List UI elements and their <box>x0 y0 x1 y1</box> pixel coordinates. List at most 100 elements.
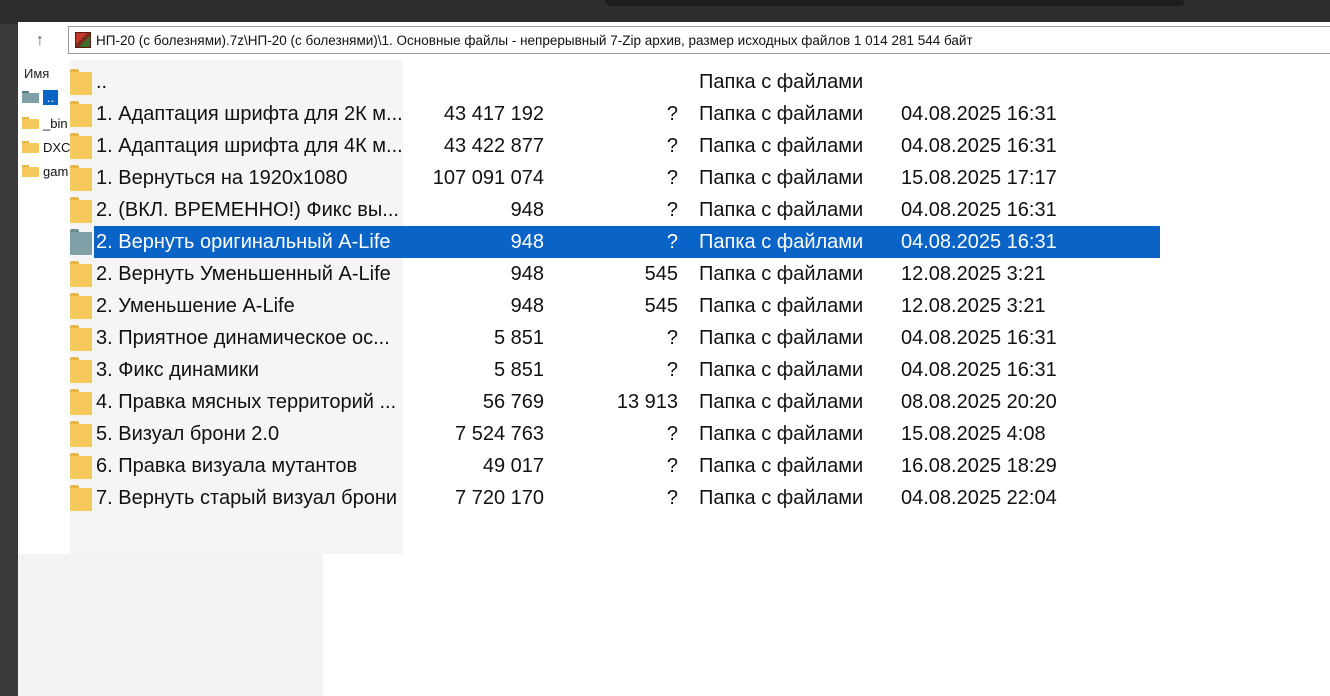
file-name: 1. Вернуться на 1920x1080 <box>96 167 348 189</box>
folder-icon <box>70 133 92 159</box>
folder-icon <box>70 69 92 95</box>
address-bar[interactable]: НП-20 (с болезнями).7z\НП-20 (с болезням… <box>68 26 1330 54</box>
tree-item-bin[interactable]: _bin <box>22 114 68 132</box>
file-row[interactable]: 3. Фикс динамики 5 851 ? Папка с файлами… <box>70 354 1160 386</box>
file-modified: 08.08.2025 20:20 <box>901 391 1057 413</box>
folder-icon <box>70 325 92 351</box>
file-manager-window: ↑ НП-20 (с болезнями).7z\НП-20 (с болезн… <box>18 22 1330 696</box>
folder-icon <box>70 197 92 223</box>
file-type: Папка с файлами <box>699 295 864 317</box>
file-name: 2. Вернуть Уменьшенный A-Life <box>96 263 391 285</box>
file-name: 5. Визуал брони 2.0 <box>96 423 280 445</box>
file-modified: 04.08.2025 16:31 <box>901 327 1057 349</box>
file-modified: 04.08.2025 16:31 <box>901 135 1057 157</box>
file-modified: 16.08.2025 18:29 <box>901 455 1057 477</box>
file-modified: 04.08.2025 16:31 <box>901 231 1057 253</box>
file-size: 43 422 877 <box>443 135 544 157</box>
file-row[interactable]: 2. Вернуть Уменьшенный A-Life 948 545 Па… <box>70 258 1160 290</box>
folder-icon <box>22 165 39 177</box>
folder-icon <box>22 91 39 103</box>
file-row[interactable]: 2. Уменьшение A-Life 948 545 Папка с фай… <box>70 290 1160 322</box>
file-packed-size: 545 <box>644 263 678 285</box>
file-modified: 04.08.2025 22:04 <box>901 487 1057 509</box>
file-modified: 12.08.2025 3:21 <box>901 295 1046 317</box>
file-row[interactable]: 2. Вернуть оригинальный A-Life 948 ? Пап… <box>70 226 1160 258</box>
file-type: Папка с файлами <box>699 103 864 125</box>
file-row[interactable]: 7. Вернуть старый визуал брони 7 720 170… <box>70 482 1160 514</box>
file-name: 3. Фикс динамики <box>96 359 259 381</box>
file-row[interactable]: 1. Адаптация шрифта для 4К м... 43 422 8… <box>70 130 1160 162</box>
file-packed-size: ? <box>666 135 678 157</box>
file-modified: 04.08.2025 16:31 <box>901 103 1057 125</box>
file-size: 5 851 <box>493 327 544 349</box>
empty-pane-area <box>18 554 323 696</box>
file-size: 56 769 <box>482 391 544 413</box>
file-packed-size: ? <box>666 167 678 189</box>
file-type: Папка с файлами <box>699 487 864 509</box>
tree-item-parent[interactable]: .. <box>22 88 59 106</box>
folder-icon <box>70 389 92 415</box>
file-name: 3. Приятное динамическое ос... <box>96 327 390 349</box>
file-name: 2. Вернуть оригинальный A-Life <box>96 231 391 253</box>
file-type: Папка с файлами <box>699 135 864 157</box>
file-name: 1. Адаптация шрифта для 4К м... <box>96 135 403 157</box>
tree-item-dxc[interactable]: DXC <box>22 138 70 156</box>
file-type: Папка с файлами <box>699 327 864 349</box>
file-row[interactable]: 1. Вернуться на 1920x1080 107 091 074 ? … <box>70 162 1160 194</box>
file-size <box>410 66 544 98</box>
file-row[interactable]: 1. Адаптация шрифта для 2К м... 43 417 1… <box>70 98 1160 130</box>
file-name: .. <box>96 71 108 93</box>
file-size: 948 <box>510 199 544 221</box>
up-folder-button[interactable]: ↑ <box>26 30 54 52</box>
file-row[interactable]: 4. Правка мясных территорий ... 56 769 1… <box>70 386 1160 418</box>
top-bar-slot <box>605 0 1185 6</box>
file-modified: 12.08.2025 3:21 <box>901 263 1046 285</box>
file-size: 948 <box>510 295 544 317</box>
file-size: 7 524 763 <box>455 423 544 445</box>
file-type: Папка с файлами <box>699 71 864 93</box>
folder-icon <box>70 229 92 255</box>
file-packed-size: ? <box>666 359 678 381</box>
file-modified: 04.08.2025 16:31 <box>901 199 1057 221</box>
file-size: 107 091 074 <box>432 167 544 189</box>
file-size: 948 <box>510 263 544 285</box>
folder-icon <box>70 421 92 447</box>
folder-icon <box>22 117 39 129</box>
file-name: 7. Вернуть старый визуал брони <box>96 487 398 509</box>
file-name: 2. Уменьшение A-Life <box>96 295 295 317</box>
file-type: Папка с файлами <box>699 359 864 381</box>
file-type: Папка с файлами <box>699 423 864 445</box>
folder-icon <box>70 261 92 287</box>
file-packed-size: ? <box>666 423 678 445</box>
file-type: Папка с файлами <box>699 167 864 189</box>
file-packed-size: 545 <box>644 295 678 317</box>
file-row[interactable]: 6. Правка визуала мутантов 49 017 ? Папк… <box>70 450 1160 482</box>
file-row[interactable]: 5. Визуал брони 2.0 7 524 763 ? Папка с … <box>70 418 1160 450</box>
file-row[interactable]: 2. (ВКЛ. ВРЕМЕННО!) Фикс вы... 948 ? Пап… <box>70 194 1160 226</box>
file-size: 43 417 192 <box>443 103 544 125</box>
folder-icon <box>70 293 92 319</box>
archive-icon <box>75 32 91 48</box>
desktop-top-bar <box>0 0 1330 24</box>
tree-item-gam[interactable]: gam <box>22 162 68 180</box>
file-size: 948 <box>510 231 544 253</box>
file-packed-size <box>544 66 678 98</box>
file-packed-size: 13 913 <box>616 391 678 413</box>
folder-icon <box>70 357 92 383</box>
file-packed-size: ? <box>666 487 678 509</box>
file-name: 4. Правка мясных территорий ... <box>96 391 397 413</box>
file-row[interactable]: 3. Приятное динамическое ос... 5 851 ? П… <box>70 322 1160 354</box>
folder-icon <box>70 165 92 191</box>
file-modified: 15.08.2025 17:17 <box>901 167 1057 189</box>
folder-icon <box>70 453 92 479</box>
file-size: 7 720 170 <box>455 487 544 509</box>
tree-column-header[interactable]: Имя <box>24 66 49 81</box>
file-row[interactable]: .. Папка с файлами <box>70 66 1160 98</box>
folder-icon <box>70 101 92 127</box>
file-size: 5 851 <box>493 359 544 381</box>
file-modified: 04.08.2025 16:31 <box>901 359 1057 381</box>
file-name: 2. (ВКЛ. ВРЕМЕННО!) Фикс вы... <box>96 199 399 221</box>
file-packed-size: ? <box>666 327 678 349</box>
file-type: Папка с файлами <box>699 391 864 413</box>
file-type: Папка с файлами <box>699 263 864 285</box>
